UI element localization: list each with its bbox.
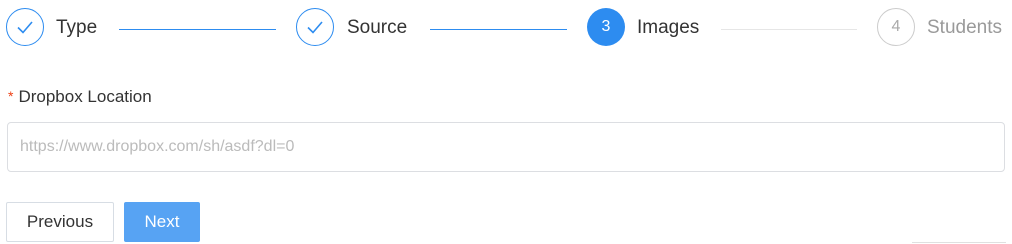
check-icon — [17, 21, 33, 34]
required-marker: * — [8, 88, 14, 104]
next-button[interactable]: Next — [124, 202, 200, 242]
dropbox-location-label-text: Dropbox Location — [18, 87, 152, 106]
step-type-label: Type — [56, 17, 98, 38]
step-students-circle: 4 — [877, 8, 915, 46]
step-images-label: Images — [637, 17, 700, 38]
step-connector — [119, 29, 276, 30]
dropbox-location-input[interactable] — [7, 122, 1005, 172]
step-connector — [721, 29, 857, 30]
step-source-label: Source — [347, 17, 408, 38]
step-connector — [430, 29, 567, 30]
dropbox-location-label: * Dropbox Location — [8, 87, 152, 107]
step-type-circle — [6, 8, 44, 46]
previous-button[interactable]: Previous — [6, 202, 114, 242]
steps-progress: Type Source 3 Images 4 Students — [0, 0, 1012, 58]
step-images-circle: 3 — [587, 8, 625, 46]
step-students-label: Students — [927, 17, 1002, 38]
divider — [912, 242, 1006, 243]
check-icon — [307, 21, 323, 34]
step-source-circle — [296, 8, 334, 46]
